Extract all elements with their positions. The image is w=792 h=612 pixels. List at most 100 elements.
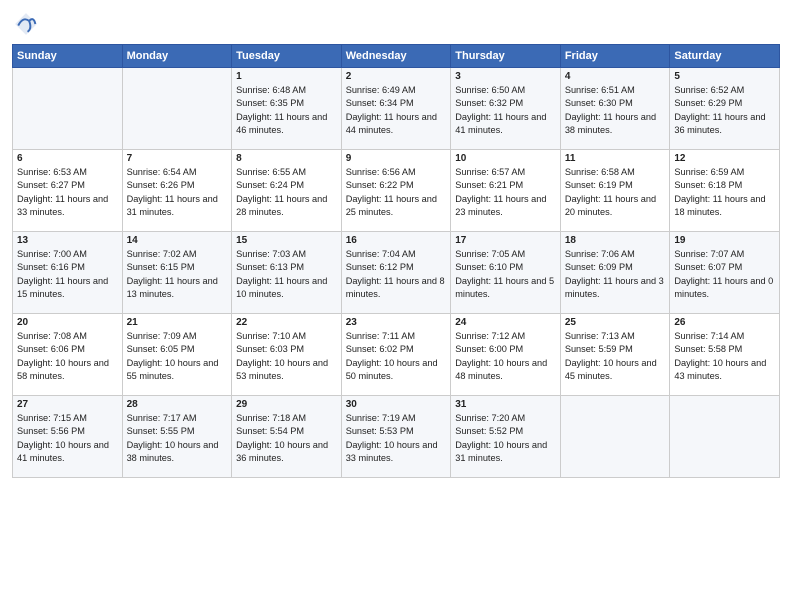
main-container: SundayMondayTuesdayWednesdayThursdayFrid… [0, 0, 792, 484]
day-number: 26 [674, 317, 775, 328]
calendar-cell: 4Sunrise: 6:51 AMSunset: 6:30 PMDaylight… [560, 68, 670, 150]
day-info: Sunrise: 7:15 AMSunset: 5:56 PMDaylight:… [17, 412, 118, 465]
day-number: 1 [236, 71, 337, 82]
week-row-1: 6 Sunrise: 6:53 AMSunset: 6:27 PMDaylight… [13, 150, 780, 232]
weekday-header-wednesday: Wednesday [341, 45, 451, 68]
week-row-3: 20Sunrise: 7:08 AMSunset: 6:06 PMDayligh… [13, 314, 780, 396]
calendar-cell: 13 Sunrise: 7:00 AMSunset: 6:16 PMDayligh… [13, 232, 123, 314]
calendar-cell: 11 Sunrise: 6:58 AMSunset: 6:19 PMDayligh… [560, 150, 670, 232]
calendar-cell: 9 Sunrise: 6:56 AMSunset: 6:22 PMDaylight… [341, 150, 451, 232]
calendar-cell [13, 68, 123, 150]
day-info: Sunrise: 7:04 AMSunset: 6:12 PMDaylight:… [346, 248, 447, 301]
calendar-cell: 10 Sunrise: 6:57 AMSunset: 6:21 PMDayligh… [451, 150, 561, 232]
day-number: 2 [346, 71, 447, 82]
calendar-cell: 1 Sunrise: 6:48 AMSunset: 6:35 PMDaylight… [232, 68, 342, 150]
day-info: Sunrise: 7:17 AMSunset: 5:55 PMDaylight:… [127, 412, 228, 465]
day-info: Sunrise: 7:02 AMSunset: 6:15 PMDaylight:… [127, 248, 228, 301]
day-info: Sunrise: 7:20 AMSunset: 5:52 PMDaylight:… [455, 412, 556, 465]
calendar-cell: 22 Sunrise: 7:10 AMSunset: 6:03 PMDayligh… [232, 314, 342, 396]
day-info: Sunrise: 6:58 AMSunset: 6:19 PMDaylight:… [565, 166, 666, 219]
calendar-cell: 23 Sunrise: 7:11 AMSunset: 6:02 PMDayligh… [341, 314, 451, 396]
day-number: 30 [346, 399, 447, 410]
calendar-cell: 31 Sunrise: 7:20 AMSunset: 5:52 PMDayligh… [451, 396, 561, 478]
logo-icon [12, 10, 40, 38]
calendar-cell: 29 Sunrise: 7:18 AMSunset: 5:54 PMDayligh… [232, 396, 342, 478]
calendar-cell: 6 Sunrise: 6:53 AMSunset: 6:27 PMDaylight… [13, 150, 123, 232]
day-info: Sunrise: 7:10 AMSunset: 6:03 PMDaylight:… [236, 330, 337, 383]
day-number: 23 [346, 317, 447, 328]
weekday-header-monday: Monday [122, 45, 232, 68]
day-number: 15 [236, 235, 337, 246]
weekday-header-row: SundayMondayTuesdayWednesdayThursdayFrid… [13, 45, 780, 68]
day-info: Sunrise: 6:52 AMSunset: 6:29 PMDaylight:… [674, 84, 775, 137]
calendar-cell: 21 Sunrise: 7:09 AMSunset: 6:05 PMDayligh… [122, 314, 232, 396]
day-info: Sunrise: 6:53 AMSunset: 6:27 PMDaylight:… [17, 166, 118, 219]
day-number: 4 [565, 71, 666, 82]
day-number: 10 [455, 153, 556, 164]
weekday-header-tuesday: Tuesday [232, 45, 342, 68]
day-info: Sunrise: 6:56 AMSunset: 6:22 PMDaylight:… [346, 166, 447, 219]
week-row-0: 1 Sunrise: 6:48 AMSunset: 6:35 PMDaylight… [13, 68, 780, 150]
day-number: 17 [455, 235, 556, 246]
day-number: 5 [674, 71, 775, 82]
day-number: 27 [17, 399, 118, 410]
day-number: 29 [236, 399, 337, 410]
day-info: Sunrise: 7:00 AMSunset: 6:16 PMDaylight:… [17, 248, 118, 301]
day-number: 24 [455, 317, 556, 328]
calendar-cell: 18 Sunrise: 7:06 AMSunset: 6:09 PMDayligh… [560, 232, 670, 314]
calendar-cell: 27 Sunrise: 7:15 AMSunset: 5:56 PMDayligh… [13, 396, 123, 478]
day-info: Sunrise: 7:18 AMSunset: 5:54 PMDaylight:… [236, 412, 337, 465]
weekday-header-saturday: Saturday [670, 45, 780, 68]
day-number: 13 [17, 235, 118, 246]
day-info: Sunrise: 7:07 AMSunset: 6:07 PMDaylight:… [674, 248, 775, 301]
day-info: Sunrise: 6:49 AMSunset: 6:34 PMDaylight:… [346, 84, 447, 137]
day-number: 25 [565, 317, 666, 328]
day-number: 21 [127, 317, 228, 328]
day-info: Sunrise: 7:12 AMSunset: 6:00 PMDaylight:… [455, 330, 556, 383]
day-info: Sunrise: 7:09 AMSunset: 6:05 PMDaylight:… [127, 330, 228, 383]
calendar-cell: 8 Sunrise: 6:55 AMSunset: 6:24 PMDaylight… [232, 150, 342, 232]
day-number: 8 [236, 153, 337, 164]
day-info: Sunrise: 6:50 AMSunset: 6:32 PMDaylight:… [455, 84, 556, 137]
calendar-cell: 17Sunrise: 7:05 AMSunset: 6:10 PMDayligh… [451, 232, 561, 314]
day-info: Sunrise: 6:54 AMSunset: 6:26 PMDaylight:… [127, 166, 228, 219]
day-number: 11 [565, 153, 666, 164]
calendar-cell: 2 Sunrise: 6:49 AMSunset: 6:34 PMDaylight… [341, 68, 451, 150]
day-info: Sunrise: 6:55 AMSunset: 6:24 PMDaylight:… [236, 166, 337, 219]
header-row [12, 10, 780, 38]
day-info: Sunrise: 7:11 AMSunset: 6:02 PMDaylight:… [346, 330, 447, 383]
day-number: 31 [455, 399, 556, 410]
day-number: 9 [346, 153, 447, 164]
day-number: 14 [127, 235, 228, 246]
calendar-cell [560, 396, 670, 478]
day-number: 22 [236, 317, 337, 328]
calendar-cell: 20Sunrise: 7:08 AMSunset: 6:06 PMDayligh… [13, 314, 123, 396]
week-row-2: 13 Sunrise: 7:00 AMSunset: 6:16 PMDayligh… [13, 232, 780, 314]
calendar-cell: 7Sunrise: 6:54 AMSunset: 6:26 PMDaylight… [122, 150, 232, 232]
day-number: 6 [17, 153, 118, 164]
calendar-cell: 28Sunrise: 7:17 AMSunset: 5:55 PMDayligh… [122, 396, 232, 478]
day-number: 16 [346, 235, 447, 246]
day-number: 3 [455, 71, 556, 82]
calendar-cell: 24 Sunrise: 7:12 AMSunset: 6:00 PMDayligh… [451, 314, 561, 396]
calendar-cell: 5 Sunrise: 6:52 AMSunset: 6:29 PMDaylight… [670, 68, 780, 150]
weekday-header-friday: Friday [560, 45, 670, 68]
calendar-table: SundayMondayTuesdayWednesdayThursdayFrid… [12, 44, 780, 478]
weekday-header-thursday: Thursday [451, 45, 561, 68]
calendar-cell: 3 Sunrise: 6:50 AMSunset: 6:32 PMDaylight… [451, 68, 561, 150]
day-info: Sunrise: 6:48 AMSunset: 6:35 PMDaylight:… [236, 84, 337, 137]
week-row-4: 27 Sunrise: 7:15 AMSunset: 5:56 PMDayligh… [13, 396, 780, 478]
day-info: Sunrise: 7:14 AMSunset: 5:58 PMDaylight:… [674, 330, 775, 383]
day-info: Sunrise: 7:19 AMSunset: 5:53 PMDaylight:… [346, 412, 447, 465]
day-number: 20 [17, 317, 118, 328]
calendar-cell: 19Sunrise: 7:07 AMSunset: 6:07 PMDayligh… [670, 232, 780, 314]
day-info: Sunrise: 7:06 AMSunset: 6:09 PMDaylight:… [565, 248, 666, 301]
calendar-cell: 12Sunrise: 6:59 AMSunset: 6:18 PMDayligh… [670, 150, 780, 232]
weekday-header-sunday: Sunday [13, 45, 123, 68]
calendar-cell: 25 Sunrise: 7:13 AMSunset: 5:59 PMDayligh… [560, 314, 670, 396]
day-number: 18 [565, 235, 666, 246]
day-info: Sunrise: 6:59 AMSunset: 6:18 PMDaylight:… [674, 166, 775, 219]
calendar-cell: 14 Sunrise: 7:02 AMSunset: 6:15 PMDayligh… [122, 232, 232, 314]
day-info: Sunrise: 6:57 AMSunset: 6:21 PMDaylight:… [455, 166, 556, 219]
day-info: Sunrise: 7:13 AMSunset: 5:59 PMDaylight:… [565, 330, 666, 383]
